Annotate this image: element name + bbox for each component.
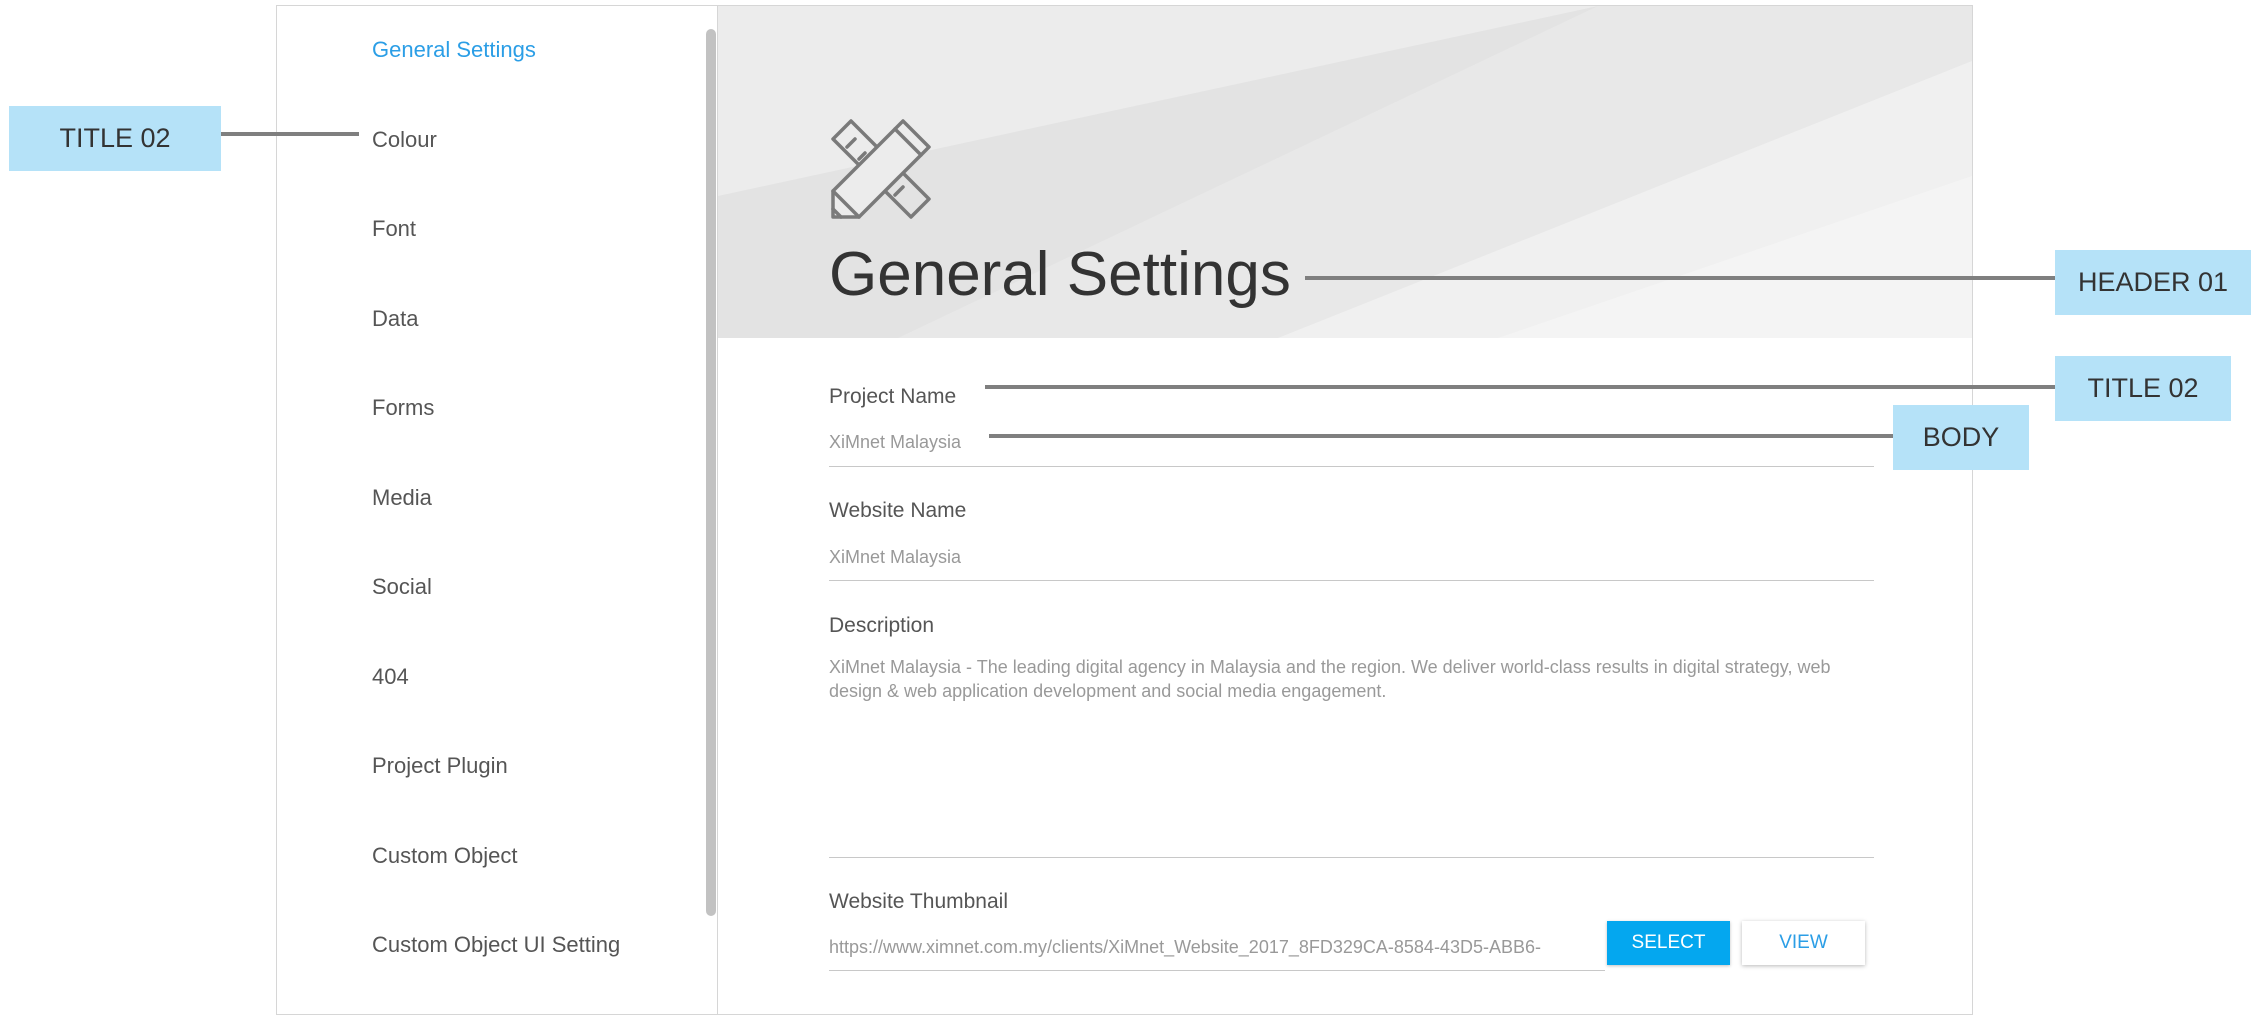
annotation-title02-right: TITLE 02: [2055, 356, 2231, 421]
page-title: General Settings: [829, 240, 1291, 309]
annotation-body: BODY: [1893, 405, 2029, 470]
annotation-leader-body: [989, 434, 1893, 438]
annotation-title02-left: TITLE 02: [9, 106, 221, 171]
website-thumbnail-url-input[interactable]: https://www.ximnet.com.my/clients/XiMnet…: [829, 935, 1609, 959]
annotation-leader-title02-right: [985, 385, 2055, 389]
sidebar-scrollbar[interactable]: [706, 29, 716, 916]
select-thumbnail-button[interactable]: SELECT: [1607, 921, 1730, 965]
website-name-input[interactable]: XiMnet Malaysia: [829, 546, 961, 568]
settings-sidebar: General Settings Colour Font Data Forms …: [277, 6, 718, 1014]
header-banner: General Settings: [718, 6, 1972, 338]
view-thumbnail-button[interactable]: VIEW: [1742, 921, 1865, 965]
project-name-label: Project Name: [829, 385, 957, 408]
sidebar-item-general-settings[interactable]: General Settings: [372, 37, 536, 63]
sidebar-item-404[interactable]: 404: [372, 664, 409, 690]
project-name-input[interactable]: XiMnet Malaysia: [829, 431, 961, 453]
sidebar-item-forms[interactable]: Forms: [372, 395, 434, 421]
description-textarea[interactable]: XiMnet Malaysia - The leading digital ag…: [829, 655, 1874, 703]
pencil-ruler-icon: [829, 117, 933, 221]
website-name-underline: [829, 580, 1874, 581]
sidebar-item-colour[interactable]: Colour: [372, 127, 437, 153]
app-window: General Settings Colour Font Data Forms …: [276, 5, 1973, 1015]
settings-main: General Settings Project Name XiMnet Mal…: [718, 6, 1972, 1014]
sidebar-item-project-plugin[interactable]: Project Plugin: [372, 753, 508, 779]
project-name-underline: [829, 466, 1874, 467]
sidebar-item-custom-object[interactable]: Custom Object: [372, 843, 518, 869]
sidebar-item-custom-object-ui-setting[interactable]: Custom Object UI Setting: [372, 932, 620, 958]
website-thumbnail-label: Website Thumbnail: [829, 890, 1008, 913]
sidebar-scrollbar-thumb[interactable]: [706, 29, 716, 916]
website-name-label: Website Name: [829, 499, 967, 522]
annotation-leader-title02-left: [221, 132, 359, 136]
description-label: Description: [829, 614, 935, 637]
annotation-leader-header01: [1305, 276, 2055, 280]
sidebar-item-data[interactable]: Data: [372, 306, 418, 332]
sidebar-item-social[interactable]: Social: [372, 574, 432, 600]
website-thumbnail-underline: [829, 970, 1605, 971]
sidebar-item-font[interactable]: Font: [372, 216, 416, 242]
sidebar-item-media[interactable]: Media: [372, 485, 432, 511]
description-underline: [829, 857, 1874, 858]
annotation-header01: HEADER 01: [2055, 250, 2251, 315]
